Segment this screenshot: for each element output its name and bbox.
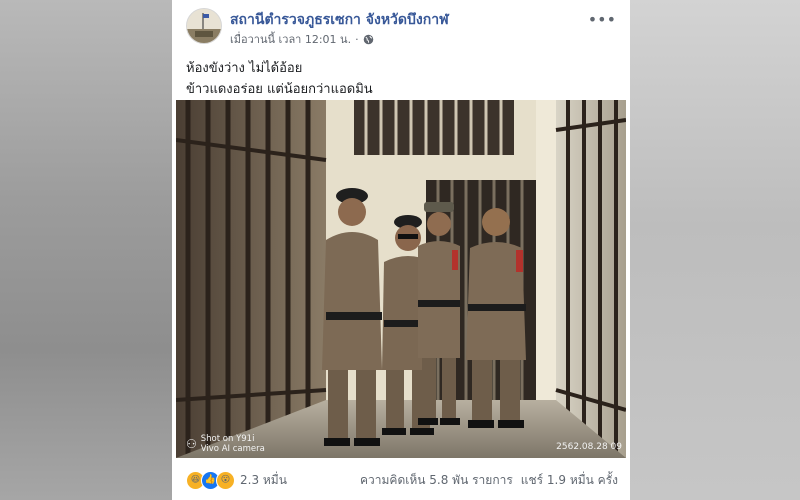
page-name-link[interactable]: สถานีตำรวจภูธรเซกา จังหวัดบึงกาฬ <box>230 9 449 31</box>
shares-count-link[interactable]: แชร์ 1.9 หมื่น ครั้ง <box>521 471 618 490</box>
camera-icon: ⚇ <box>186 437 197 451</box>
jail-cell-photo <box>176 100 626 458</box>
page-avatar[interactable] <box>186 8 222 44</box>
avatar-image <box>187 9 221 43</box>
post-meta: เมื่อวานนี้ เวลา 12:01 น. · <box>230 30 374 48</box>
watermark-line-2: Vivo AI camera <box>200 444 265 454</box>
wow-icon: 😮 <box>216 470 235 490</box>
post-photo[interactable]: ⚇ Shot on Y91i Vivo AI camera 2562.08.28… <box>176 100 626 458</box>
meta-separator: · <box>355 32 359 46</box>
caption-line-2: ข้าวแดงอร่อย แต่น้อยกว่าแอดมิน <box>186 82 373 97</box>
post-time[interactable]: เมื่อวานนี้ เวลา 12:01 น. <box>230 30 351 48</box>
reactions-summary[interactable]: 😆 👍 😮 2.3 หมื่น <box>186 470 287 490</box>
photo-timestamp: 2562.08.28 09 <box>556 442 622 452</box>
caption-line-1: ห้องขังว่าง ไม่ได้อ้อย <box>186 61 303 76</box>
background-left <box>0 0 172 500</box>
globe-icon <box>363 34 374 45</box>
post-caption: ห้องขังว่าง ไม่ได้อ้อย ข้าวแดงอร่อย แต่น… <box>186 58 373 100</box>
post-card: สถานีตำรวจภูธรเซกา จังหวัดบึงกาฬ เมื่อวา… <box>172 0 630 500</box>
post-footer: 😆 👍 😮 2.3 หมื่น ความคิดเห็น 5.8 พัน รายก… <box>186 464 618 496</box>
more-options-button[interactable]: ••• <box>588 10 616 29</box>
reaction-count: 2.3 หมื่น <box>240 472 287 487</box>
watermark-line-1: Shot on Y91i <box>200 434 255 444</box>
background-right <box>628 0 800 500</box>
camera-watermark: ⚇ Shot on Y91i Vivo AI camera <box>186 434 265 454</box>
comments-count-link[interactable]: ความคิดเห็น 5.8 พัน รายการ <box>360 471 513 490</box>
engagement-stats: ความคิดเห็น 5.8 พัน รายการ แชร์ 1.9 หมื่… <box>360 471 618 490</box>
